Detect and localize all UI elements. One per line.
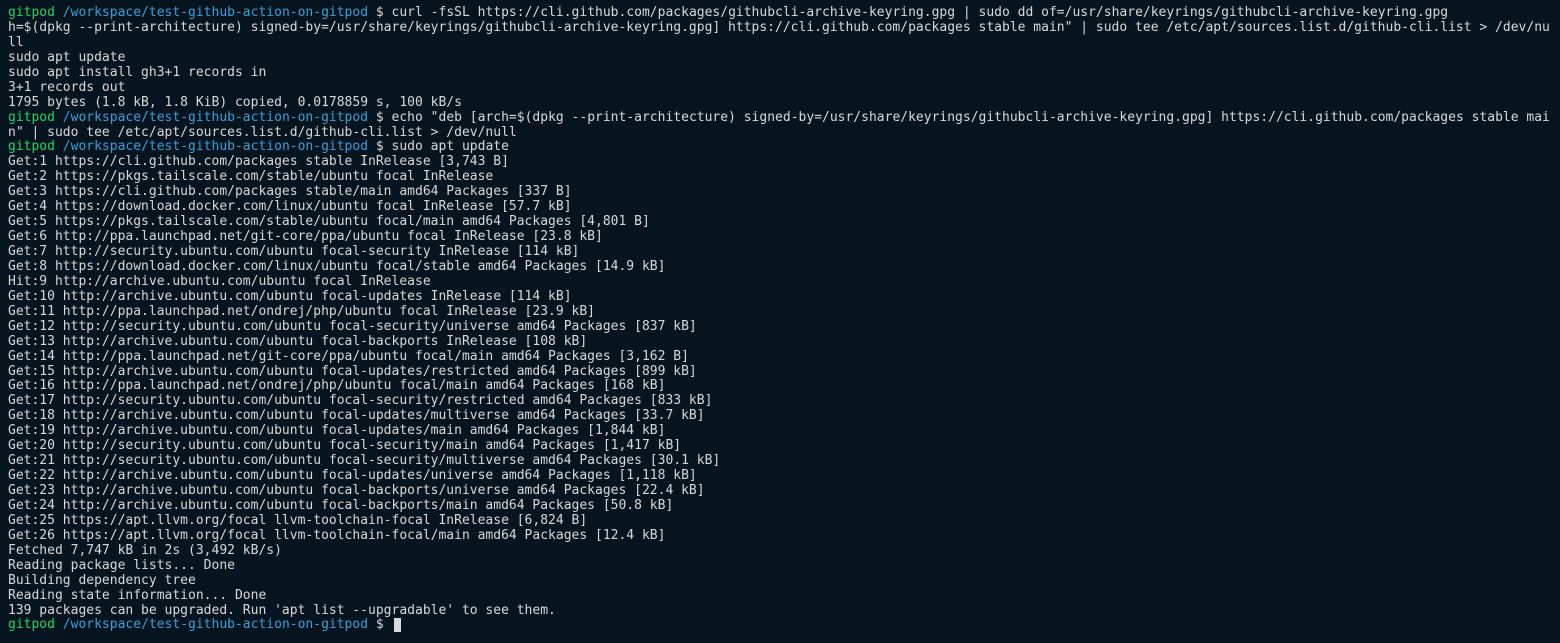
terminal-prompt-line: gitpod /workspace/test-github-action-on-… xyxy=(8,6,1552,21)
terminal-output-line: sudo apt install gh3+1 records in xyxy=(8,66,1552,81)
terminal-output-line: Get:25 https://apt.llvm.org/focal llvm-t… xyxy=(8,514,1552,529)
prompt-dollar: $ xyxy=(368,617,391,632)
terminal-output-line: Get:13 http://archive.ubuntu.com/ubuntu … xyxy=(8,335,1552,350)
prompt-path: /workspace/test-github-action-on-gitpod xyxy=(63,139,368,154)
terminal-output-line: Get:26 https://apt.llvm.org/focal llvm-t… xyxy=(8,529,1552,544)
terminal-output-line: sudo apt update xyxy=(8,51,1552,66)
terminal-output-line: Get:23 http://archive.ubuntu.com/ubuntu … xyxy=(8,484,1552,499)
terminal-output-line: Get:20 http://security.ubuntu.com/ubuntu… xyxy=(8,439,1552,454)
terminal-output-line: Get:7 http://security.ubuntu.com/ubuntu … xyxy=(8,245,1552,260)
terminal-output-line: Fetched 7,747 kB in 2s (3,492 kB/s) xyxy=(8,544,1552,559)
terminal-output-line: Get:24 http://archive.ubuntu.com/ubuntu … xyxy=(8,499,1552,514)
prompt-dollar: $ xyxy=(368,5,391,20)
prompt-path: /workspace/test-github-action-on-gitpod xyxy=(63,110,368,125)
terminal-output-line: Get:1 https://cli.github.com/packages st… xyxy=(8,155,1552,170)
terminal-output-line: Get:11 http://ppa.launchpad.net/ondrej/p… xyxy=(8,305,1552,320)
terminal-output-line: Get:5 https://pkgs.tailscale.com/stable/… xyxy=(8,215,1552,230)
prompt-user: gitpod xyxy=(8,617,55,632)
terminal-output-line: 139 packages can be upgraded. Run 'apt l… xyxy=(8,604,1552,619)
terminal-output-line: Get:15 http://archive.ubuntu.com/ubuntu … xyxy=(8,365,1552,380)
terminal-output-line: Get:18 http://archive.ubuntu.com/ubuntu … xyxy=(8,409,1552,424)
terminal-output-line: 3+1 records out xyxy=(8,81,1552,96)
terminal-prompt-line: gitpod /workspace/test-github-action-on-… xyxy=(8,140,1552,155)
terminal-output-line: Reading state information... Done xyxy=(8,589,1552,604)
prompt-path: /workspace/test-github-action-on-gitpod xyxy=(63,617,368,632)
prompt-path: /workspace/test-github-action-on-gitpod xyxy=(63,5,368,20)
terminal-output-line: Get:22 http://archive.ubuntu.com/ubuntu … xyxy=(8,469,1552,484)
terminal-output-line: Get:6 http://ppa.launchpad.net/git-core/… xyxy=(8,230,1552,245)
terminal-prompt-line: gitpod /workspace/test-github-action-on-… xyxy=(8,618,1552,633)
terminal-output-line: Get:14 http://ppa.launchpad.net/git-core… xyxy=(8,350,1552,365)
terminal-output-line: Get:10 http://archive.ubuntu.com/ubuntu … xyxy=(8,290,1552,305)
terminal-command: sudo apt update xyxy=(392,139,509,154)
terminal-output-line: Get:8 https://download.docker.com/linux/… xyxy=(8,260,1552,275)
terminal-output-line: Hit:9 http://archive.ubuntu.com/ubuntu f… xyxy=(8,275,1552,290)
terminal-output-line: Get:17 http://security.ubuntu.com/ubuntu… xyxy=(8,394,1552,409)
terminal-command: curl -fsSL https://cli.github.com/packag… xyxy=(392,5,1449,20)
terminal-output-line: Get:4 https://download.docker.com/linux/… xyxy=(8,200,1552,215)
terminal-output-line: Building dependency tree xyxy=(8,574,1552,589)
prompt-dollar: $ xyxy=(368,110,391,125)
terminal-output-line: Get:16 http://ppa.launchpad.net/ondrej/p… xyxy=(8,379,1552,394)
prompt-dollar: $ xyxy=(368,139,391,154)
terminal-cursor[interactable] xyxy=(394,618,401,632)
terminal-prompt-line: gitpod /workspace/test-github-action-on-… xyxy=(8,111,1552,141)
terminal-output-line: Get:21 http://security.ubuntu.com/ubuntu… xyxy=(8,454,1552,469)
terminal-output-line: h=$(dpkg --print-architecture) signed-by… xyxy=(8,21,1552,51)
terminal-output-line: 1795 bytes (1.8 kB, 1.8 KiB) copied, 0.0… xyxy=(8,96,1552,111)
terminal-output-line: Reading package lists... Done xyxy=(8,559,1552,574)
terminal-output-line: Get:2 https://pkgs.tailscale.com/stable/… xyxy=(8,170,1552,185)
prompt-user: gitpod xyxy=(8,5,55,20)
terminal-output-line: Get:19 http://archive.ubuntu.com/ubuntu … xyxy=(8,424,1552,439)
terminal-output-line: Get:12 http://security.ubuntu.com/ubuntu… xyxy=(8,320,1552,335)
terminal-output-line: Get:3 https://cli.github.com/packages st… xyxy=(8,185,1552,200)
terminal[interactable]: gitpod /workspace/test-github-action-on-… xyxy=(0,0,1560,643)
prompt-user: gitpod xyxy=(8,139,55,154)
prompt-user: gitpod xyxy=(8,110,55,125)
